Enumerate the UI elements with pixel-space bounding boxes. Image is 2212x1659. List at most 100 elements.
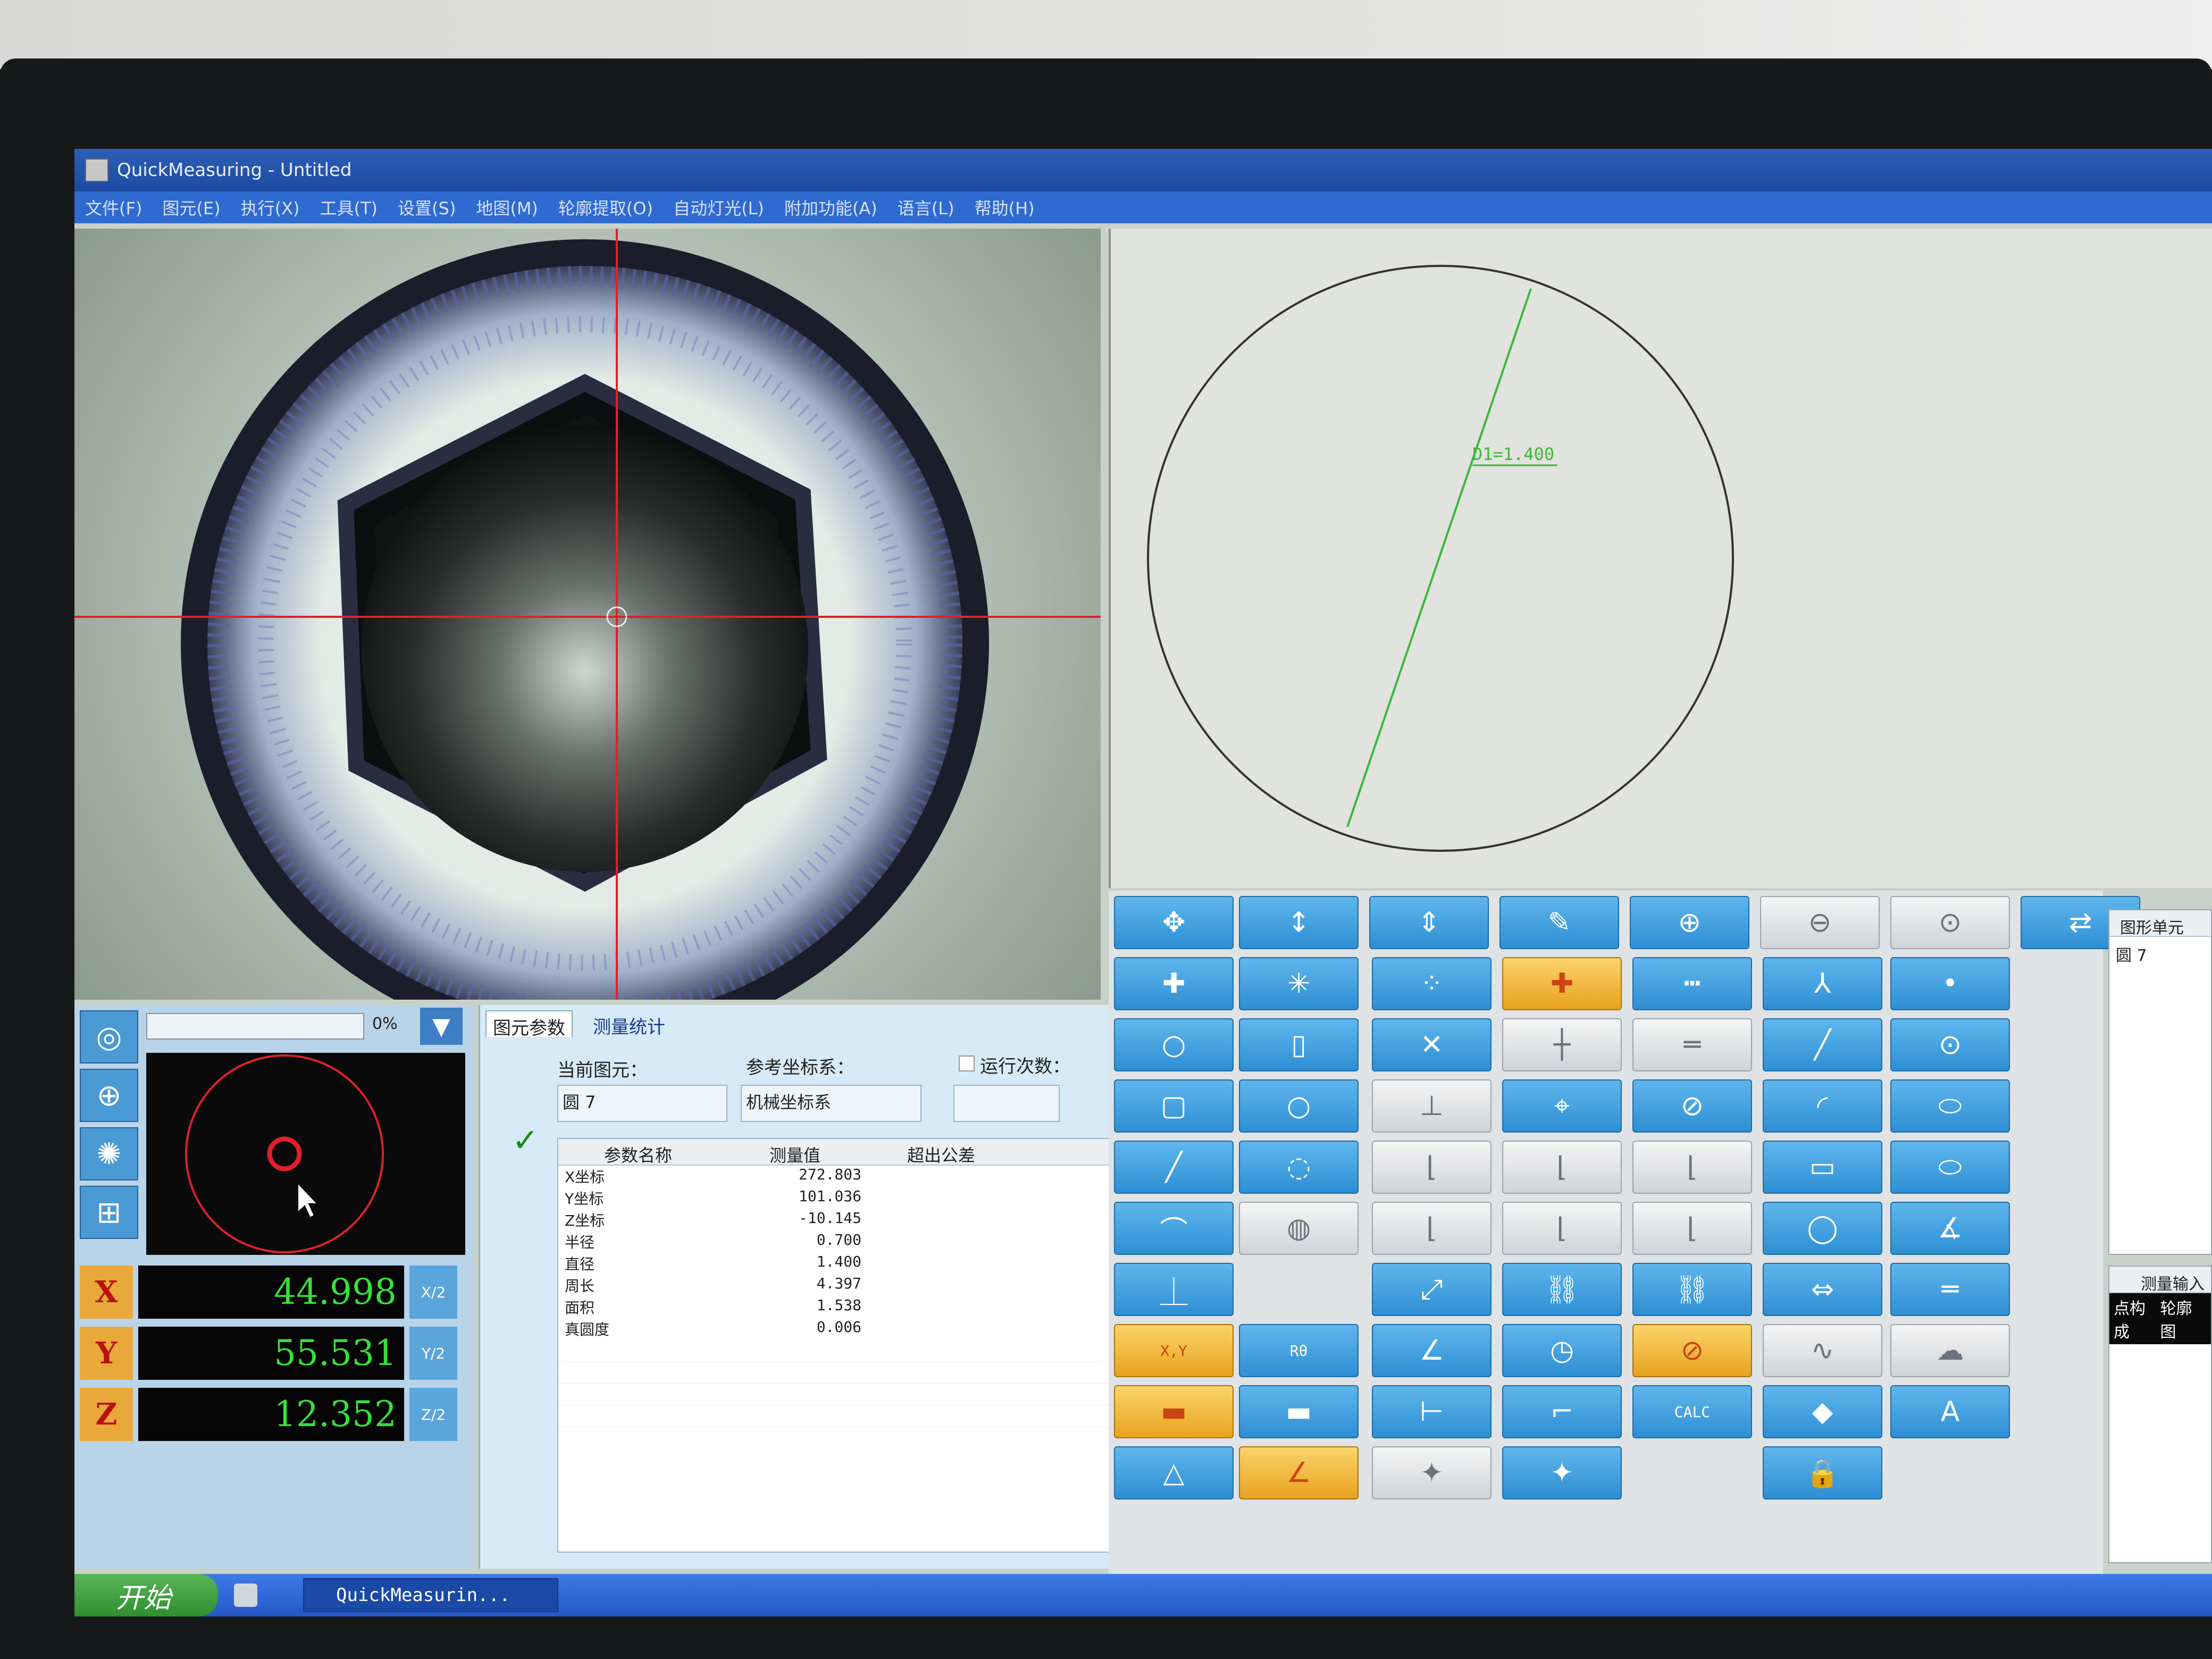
ref-o-icon[interactable]: ⌊ [1632,1141,1752,1194]
clock-icon[interactable]: ◷ [1502,1324,1622,1377]
half-y-button[interactable]: Y/2 [409,1327,457,1380]
ellipse-icon[interactable]: ⬭ [1890,1079,2010,1133]
view-grid-icon[interactable]: ⊞ [80,1186,138,1239]
box-icon[interactable]: ▢ [1114,1079,1234,1133]
point-icon[interactable]: ✚ [1114,957,1234,1010]
col-param-name[interactable]: 参数名称 [558,1139,718,1166]
width-icon[interactable]: ⊢ [1372,1385,1492,1438]
table-row[interactable]: 面积 1.538 [558,1296,1136,1318]
frame-icon[interactable]: ▯ [1239,1018,1359,1071]
ref-s-icon[interactable]: ⌊ [1502,1141,1622,1194]
tab-measure-stats[interactable]: 测量统计 [586,1010,672,1038]
col-measured-value[interactable]: 测量值 [718,1139,872,1166]
circle-points-icon[interactable]: ⁘ [1372,957,1492,1010]
zoom-out-icon[interactable]: ⊖ [1760,896,1880,949]
text-tool-button[interactable]: A [1890,1385,2010,1438]
tab-element-params[interactable]: 图元参数 [485,1010,573,1039]
table-row[interactable]: 真圆度 0.006 [558,1318,1136,1340]
lock-icon[interactable]: 🔒 [1763,1446,1882,1499]
center-cross-icon[interactable]: ✚ [1502,957,1622,1010]
menu-execute[interactable]: 执行(X) [241,195,300,220]
chain-icon[interactable]: ⛓ [1632,1263,1752,1316]
ref-z-icon[interactable]: ⌊ [1632,1202,1752,1255]
run-count-field[interactable] [953,1085,1060,1122]
ref-coord-field[interactable]: 机械坐标系 [741,1085,921,1122]
ruler-icon[interactable]: ▬ [1114,1385,1234,1438]
note-icon[interactable]: ✎ [1499,896,1619,949]
view-crosshair-icon[interactable]: ⊕ [80,1069,138,1122]
run-count-checkbox[interactable] [959,1055,975,1071]
graphics-view[interactable]: D1=1.400 [1109,229,2212,888]
perpendicular-icon[interactable]: ⊥ [1372,1079,1492,1133]
horizontal-distance-icon[interactable]: ⇔ [1763,1263,1882,1316]
arc-tool-icon[interactable]: ◜ [1763,1079,1882,1133]
table-row[interactable]: 直径 1.400 [558,1253,1136,1275]
star-point-icon[interactable]: ✦ [1372,1446,1492,1499]
rectangle-icon[interactable]: ▭ [1763,1141,1882,1194]
menu-element[interactable]: 图元(E) [162,195,220,220]
camera-view[interactable] [74,229,1101,1000]
link-icon[interactable]: ⛓ [1502,1263,1622,1316]
menu-extras[interactable]: 附加功能(A) [784,195,877,220]
circle-tool-icon[interactable]: ◯ [1763,1202,1882,1255]
dashed-line-icon[interactable]: ┅ [1632,957,1752,1010]
quick-launch-icon[interactable] [234,1583,257,1607]
half-x-button[interactable]: X/2 [409,1266,457,1319]
ring-icon[interactable]: ○ [1239,1079,1359,1133]
slash-icon[interactable]: ╱ [1114,1141,1234,1194]
ref-line-icon[interactable]: ⌊ [1372,1141,1492,1194]
line-icon[interactable]: ╱ [1763,1018,1882,1071]
menu-auto-light[interactable]: 自动灯光(L) [673,195,764,220]
menu-file[interactable]: 文件(F) [85,195,142,220]
angle-ruler-icon[interactable]: ∠ [1239,1446,1359,1499]
table-row[interactable]: X坐标 272.803 [558,1166,1136,1187]
table-row[interactable]: 周长 4.397 [558,1275,1136,1296]
list-item[interactable]: 圆 7 [2109,937,2211,971]
intersect-icon[interactable]: ✕ [1372,1018,1492,1071]
progress-bar[interactable] [146,1013,364,1040]
diameter-icon[interactable]: ⊘ [1632,1324,1752,1377]
measured-circle[interactable] [1147,265,1734,852]
zoom-window-icon[interactable]: ⊙ [1890,896,2010,949]
current-element-field[interactable]: 圆 7 [557,1085,727,1122]
auto-point-icon[interactable]: ✳ [1239,957,1359,1010]
lens-icon[interactable]: ◍ [1239,1202,1359,1255]
ruler-metric-icon[interactable]: ▬ [1239,1385,1359,1438]
angle-icon[interactable]: ∠ [1372,1324,1492,1377]
ref-x-icon[interactable]: ⌊ [1372,1202,1492,1255]
midpoint-icon[interactable]: ┼ [1502,1018,1622,1071]
menu-contour[interactable]: 轮廓提取(O) [558,195,653,220]
taskbar-item-quickmeasuring[interactable]: QuickMeasurin... [303,1578,558,1612]
view-target-icon[interactable]: ◎ [80,1010,138,1063]
coord-axes-icon[interactable]: ⅄ [1763,957,1882,1010]
menu-language[interactable]: 语言(L) [898,195,954,220]
parallel-icon[interactable]: ═ [1632,1018,1752,1071]
equal-icon[interactable]: ═ [1890,1263,2010,1316]
circle-dashed-icon[interactable]: ◌ [1239,1141,1359,1194]
menu-settings[interactable]: 设置(S) [398,195,456,220]
menu-help[interactable]: 帮助(H) [975,195,1035,220]
ref-y-icon[interactable]: ⌊ [1502,1202,1622,1255]
step-icon[interactable]: ⌐ [1502,1385,1622,1438]
distance-icon[interactable]: ⤢ [1372,1263,1492,1316]
circle-center-icon[interactable]: ⊙ [1890,1018,2010,1071]
arc-icon[interactable]: ⌒ [1114,1202,1234,1255]
half-z-button[interactable]: Z/2 [409,1388,457,1441]
table-row[interactable]: Z坐标 -10.145 [558,1209,1136,1231]
slot-icon[interactable]: ⬭ [1890,1141,2010,1194]
table-row[interactable]: 半径 0.700 [558,1231,1136,1253]
tangent-circle-icon[interactable]: ⊘ [1632,1079,1752,1133]
probe-icon[interactable]: ▼ [420,1008,463,1045]
start-button[interactable]: 开始 [74,1574,218,1616]
circle-small-icon[interactable]: ○ [1114,1018,1234,1071]
probe-tool-icon[interactable]: ⏊ [1114,1263,1234,1316]
dot-icon[interactable]: • [1890,957,2010,1010]
calc-button[interactable]: CALC [1632,1385,1752,1438]
menu-map[interactable]: 地图(M) [476,195,538,220]
triangle-icon[interactable]: △ [1114,1446,1234,1499]
view-sectors-icon[interactable]: ✺ [80,1127,138,1180]
zoom-fit-vertical-icon[interactable]: ⇕ [1369,896,1489,949]
col-out-of-tolerance[interactable]: 超出公差 [872,1139,1010,1166]
pan-icon[interactable]: ✥ [1114,896,1234,949]
table-row[interactable]: Y坐标 101.036 [558,1187,1136,1209]
